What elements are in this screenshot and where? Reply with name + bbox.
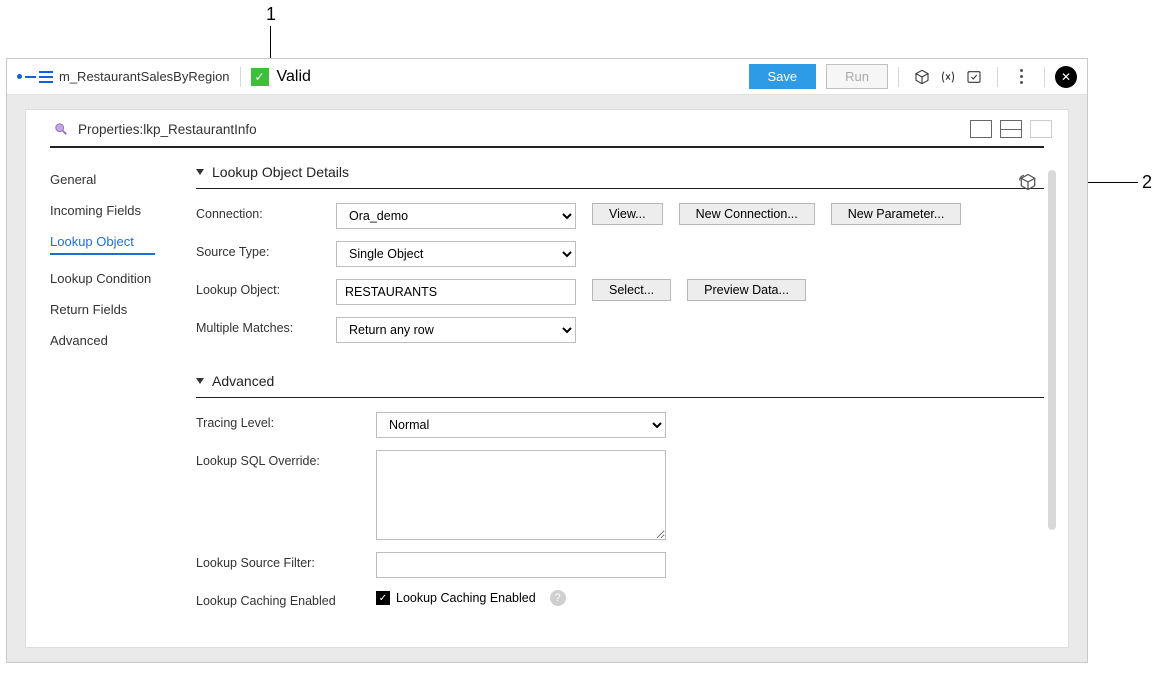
section-advanced: Advanced Tracing Level: Normal Lookup SQ… [196,369,1044,608]
section-rule [196,397,1044,398]
section-head-advanced[interactable]: Advanced [196,369,1044,397]
multiple-matches-select[interactable]: Return any row [336,317,576,343]
checkbox-checked-icon: ✓ [376,591,390,605]
panel-header: Properties: lkp_RestaurantInfo [26,110,1068,146]
sidebar-item-lookup-condition[interactable]: Lookup Condition [50,263,186,294]
callout-2-label: 2 [1142,172,1152,193]
row-connection: Connection: Ora_demo View... New Connect… [196,203,1044,229]
panel-layout-icons [970,120,1052,138]
section-head-details-label: Lookup Object Details [212,164,349,180]
section-rule [196,188,1044,189]
source-type-label: Source Type: [196,241,336,259]
tracing-level-label: Tracing Level: [196,412,376,430]
cube-icon[interactable] [909,66,935,88]
sidebar-item-general[interactable]: General [50,164,186,195]
callout-1-label: 1 [266,4,276,25]
save-button[interactable]: Save [749,64,817,89]
separator [240,67,241,87]
mapping-type-icon [17,71,53,83]
panel-title-prefix: Properties: [78,122,143,137]
caching-checkbox-wrap[interactable]: ✓ Lookup Caching Enabled ? [376,590,566,606]
view-button[interactable]: View... [592,203,663,225]
layout-full-icon[interactable] [970,120,992,138]
row-caching: Lookup Caching Enabled ✓ Lookup Caching … [196,590,1044,608]
connection-select[interactable]: Ora_demo [336,203,576,229]
tracing-level-select[interactable]: Normal [376,412,666,438]
source-type-select[interactable]: Single Object [336,241,576,267]
sidebar-item-incoming-fields[interactable]: Incoming Fields [50,195,186,226]
app-window: m_RestaurantSalesByRegion ✓ Valid Save R… [6,58,1088,663]
row-source-filter: Lookup Source Filter: [196,552,1044,578]
check-icon: ✓ [251,68,269,86]
validate-icon[interactable] [961,66,987,88]
valid-status: ✓ Valid [251,68,311,86]
panel-body: General Incoming Fields Lookup Object Lo… [26,148,1068,647]
parameterize-icon[interactable] [1018,172,1038,197]
source-filter-label: Lookup Source Filter: [196,552,376,570]
variable-icon[interactable] [935,66,961,88]
separator [997,67,998,87]
preview-data-button[interactable]: Preview Data... [687,279,806,301]
select-button[interactable]: Select... [592,279,671,301]
new-connection-button[interactable]: New Connection... [679,203,815,225]
row-source-type: Source Type: Single Object [196,241,1044,267]
row-tracing: Tracing Level: Normal [196,412,1044,438]
content-area: Lookup Object Details Connection: Ora_de… [186,148,1068,647]
properties-sidebar: General Incoming Fields Lookup Object Lo… [26,148,186,647]
caching-label: Lookup Caching Enabled [196,590,376,608]
sidebar-item-advanced[interactable]: Advanced [50,325,186,356]
more-menu[interactable] [1008,66,1034,88]
topbar: m_RestaurantSalesByRegion ✓ Valid Save R… [7,59,1087,95]
run-button[interactable]: Run [826,64,888,89]
properties-panel: Properties: lkp_RestaurantInfo General I… [25,109,1069,648]
row-sql-override: Lookup SQL Override: [196,450,1044,540]
new-parameter-button[interactable]: New Parameter... [831,203,962,225]
scrollbar[interactable] [1048,170,1056,530]
row-multiple-matches: Multiple Matches: Return any row [196,317,1044,343]
layout-split-icon[interactable] [1000,120,1022,138]
sql-override-label: Lookup SQL Override: [196,450,376,468]
caret-down-icon [196,169,204,175]
valid-text: Valid [277,68,311,86]
sidebar-item-lookup-object[interactable]: Lookup Object [50,226,186,263]
close-button[interactable]: ✕ [1055,66,1077,88]
layout-min-icon[interactable] [1030,120,1052,138]
caret-down-icon [196,378,204,384]
connection-label: Connection: [196,203,336,221]
section-lookup-details: Lookup Object Details Connection: Ora_de… [196,160,1044,343]
panel-title-name: lkp_RestaurantInfo [143,122,256,137]
multiple-matches-label: Multiple Matches: [196,317,336,335]
body-area: Properties: lkp_RestaurantInfo General I… [7,95,1087,662]
separator [1044,67,1045,87]
sql-override-textarea[interactable] [376,450,666,540]
sidebar-item-return-fields[interactable]: Return Fields [50,294,186,325]
caching-check-text: Lookup Caching Enabled [396,591,536,605]
lookup-object-label: Lookup Object: [196,279,336,297]
separator [898,67,899,87]
row-lookup-object: Lookup Object: Select... Preview Data... [196,279,1044,305]
search-icon [54,122,68,136]
lookup-object-input[interactable] [336,279,576,305]
section-head-advanced-label: Advanced [212,373,274,389]
help-icon[interactable]: ? [550,590,566,606]
mapping-name: m_RestaurantSalesByRegion [59,69,230,84]
section-head-details[interactable]: Lookup Object Details [196,160,1044,188]
source-filter-input[interactable] [376,552,666,578]
